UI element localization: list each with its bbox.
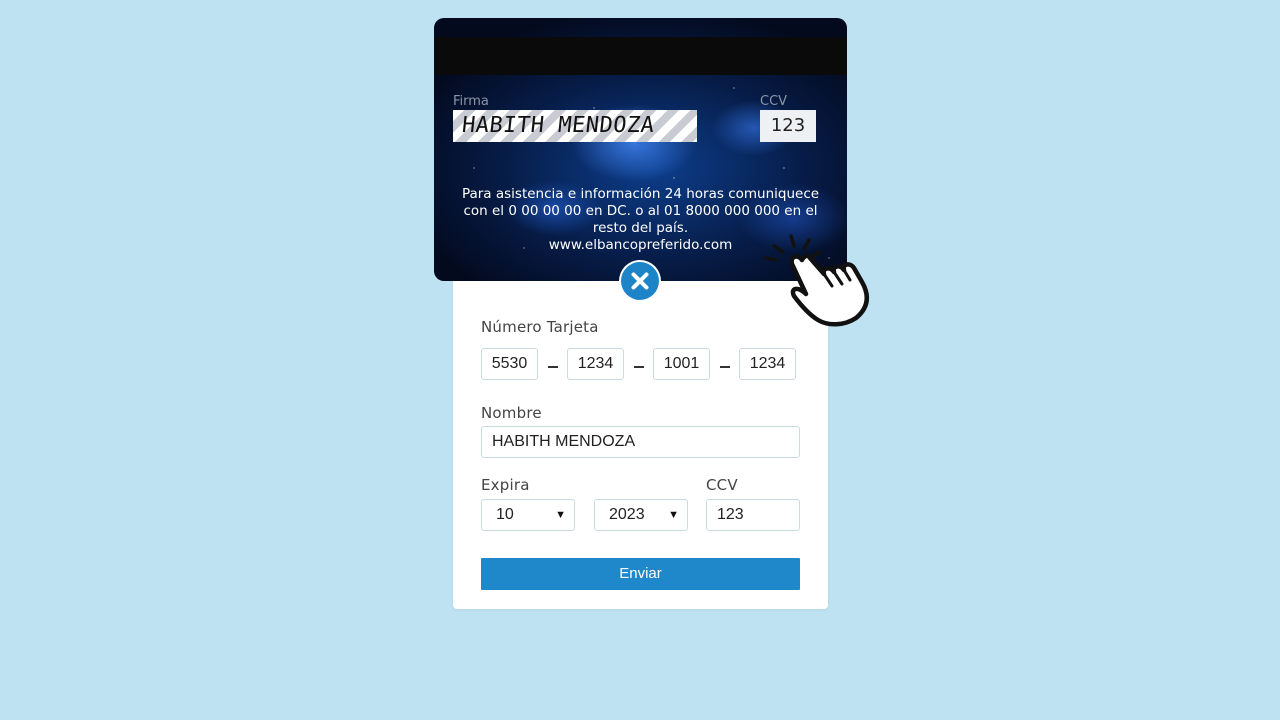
card-number-separator [720, 366, 730, 368]
expiry-year-select[interactable]: 2023 ▼ [594, 499, 688, 531]
submit-button[interactable]: Enviar [481, 558, 800, 590]
signature-label: Firma [453, 94, 489, 109]
card-number-input-4[interactable]: 1234 [739, 348, 796, 380]
name-input[interactable]: HABITH MENDOZA [481, 426, 800, 458]
expiry-year-value: 2023 [609, 506, 645, 523]
magnetic-strip [434, 37, 847, 75]
expiry-month-select[interactable]: 10 ▼ [481, 499, 575, 531]
ccv-input[interactable]: 123 [706, 499, 800, 531]
ccv-label: CCV [706, 476, 738, 494]
card-number-input-1[interactable]: 5530 [481, 348, 538, 380]
name-label: Nombre [481, 404, 542, 422]
expires-label: Expira [481, 476, 530, 494]
card-number-input-3[interactable]: 1001 [653, 348, 710, 380]
close-button[interactable] [621, 262, 659, 300]
signature-strip: HABITH MENDOZA [453, 110, 697, 142]
card-number-input-2[interactable]: 1234 [567, 348, 624, 380]
signature-text: HABITH MENDOZA [460, 113, 656, 138]
card-number-label: Número Tarjeta [481, 318, 599, 336]
expiry-month-value: 10 [496, 506, 514, 523]
card-ccv-label: CCV [760, 94, 788, 109]
caret-down-icon: ▼ [668, 509, 679, 521]
card-ccv-value: 123 [760, 110, 816, 142]
close-icon [631, 272, 649, 290]
card-number-separator [634, 366, 644, 368]
card-number-separator [548, 366, 558, 368]
hand-pointer-icon [764, 234, 870, 327]
caret-down-icon: ▼ [555, 509, 566, 521]
